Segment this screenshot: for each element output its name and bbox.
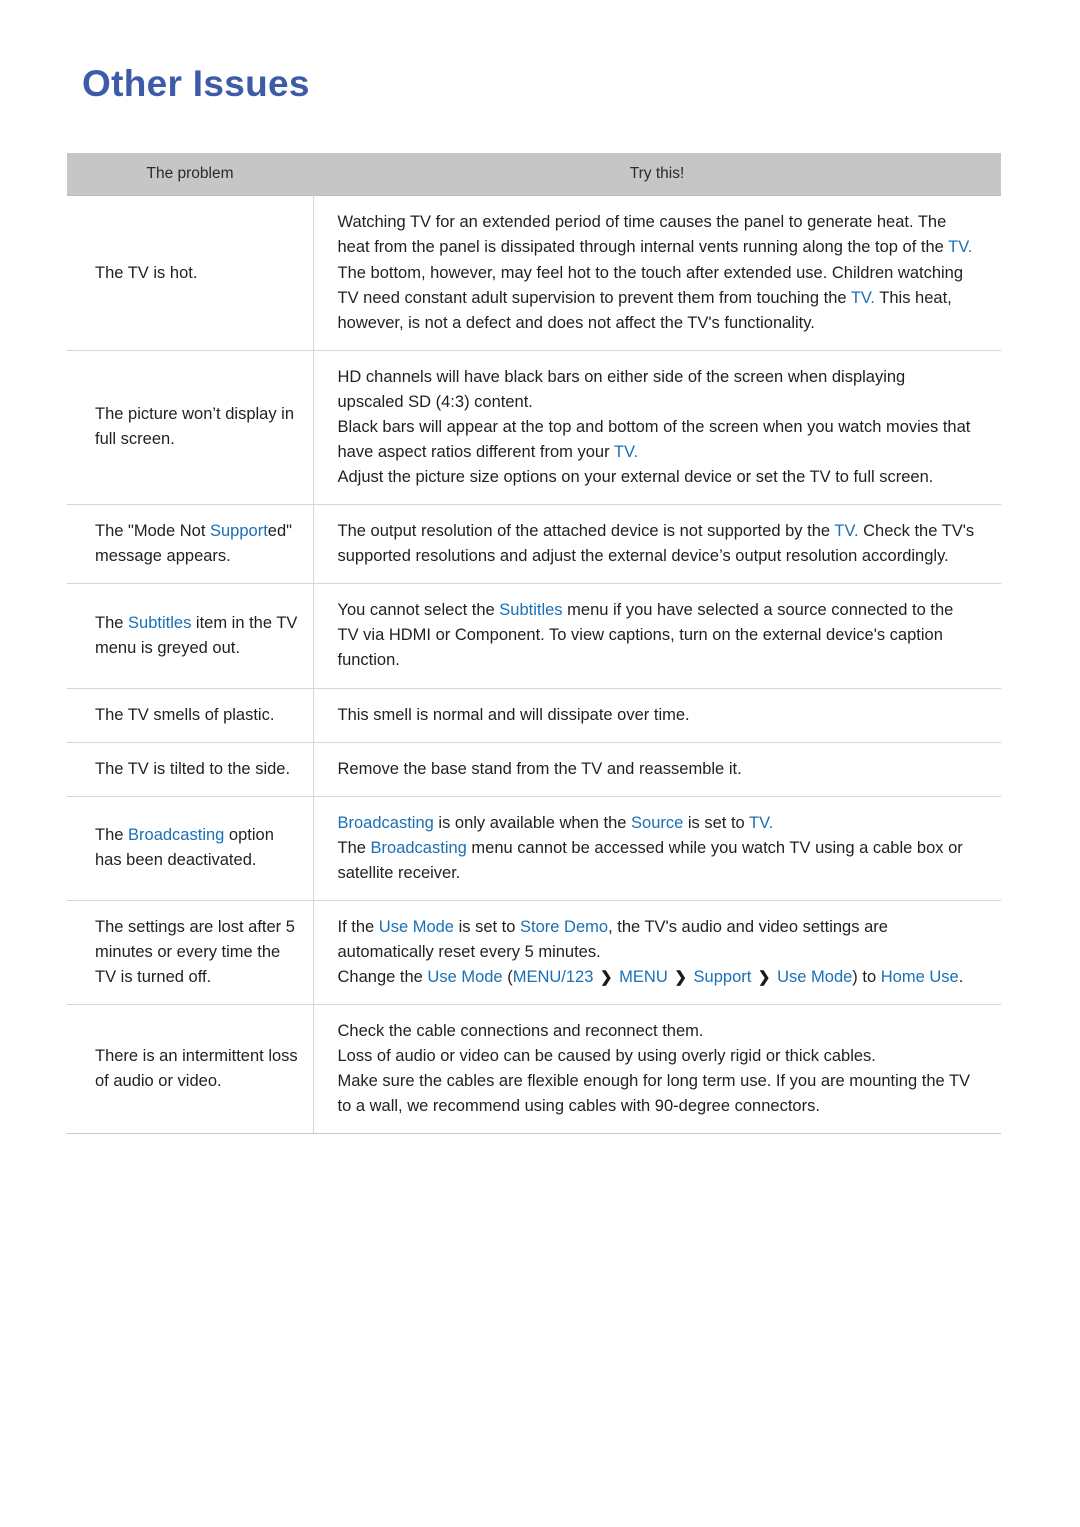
ui-term: MENU — [619, 968, 668, 987]
problem-cell: The TV is hot. — [67, 195, 314, 351]
solution-line: Broadcasting is only available when the … — [337, 813, 774, 832]
table-row: The "Mode Not Supported" message appears… — [67, 504, 1001, 585]
problem-cell: The TV is tilted to the side. — [67, 741, 314, 797]
solution-line: HD channels will have black bars on eith… — [337, 367, 906, 411]
table-row: The picture won’t display in full screen… — [67, 349, 1001, 506]
ui-term: Support — [210, 522, 268, 541]
ui-term: Broadcasting — [370, 838, 467, 857]
solution-cell: If the Use Mode is set to Store Demo, th… — [313, 899, 1001, 1006]
table-header: The problem Try this! — [67, 153, 1001, 196]
chevron-right-icon: ❯ — [600, 969, 613, 987]
solution-cell: Check the cable connections and reconnec… — [313, 1004, 1001, 1135]
table-row: The TV is hot. Watching TV for an extende… — [67, 195, 1001, 351]
ui-term: Support — [693, 968, 752, 987]
ui-term: TV. — [749, 813, 774, 832]
ui-term: Store Demo — [520, 917, 609, 936]
solution-cell: HD channels will have black bars on eith… — [313, 349, 1001, 506]
ui-term: Home Use — [880, 968, 959, 987]
problem-cell: The TV smells of plastic. — [67, 687, 314, 743]
ui-term: Broadcasting — [128, 826, 225, 845]
solution-line: Change the Use Mode (MENU/123 ❯ MENU ❯ S… — [337, 968, 964, 987]
problem-cell: The settings are lost after 5 minutes or… — [67, 899, 314, 1006]
document-page: Other Issues The problem Try this! The T… — [0, 0, 1080, 1527]
solution-line: Remove the base stand from the TV and re… — [337, 759, 742, 778]
solution-cell: You cannot select the Subtitles menu if … — [313, 583, 1001, 689]
table-row: The Broadcasting option has been deactiv… — [67, 795, 1001, 901]
table-row: The TV smells of plastic. This smell is n… — [67, 687, 1001, 743]
ui-term: Subtitles — [128, 613, 192, 632]
table-row: The Subtitles item in the TV menu is gre… — [67, 583, 1001, 689]
table-row: The settings are lost after 5 minutes or… — [67, 899, 1001, 1006]
table-header-row: The problem Try this! — [67, 153, 1001, 196]
column-header-solution: Try this! — [313, 153, 1001, 196]
solution-line: The output resolution of the attached de… — [337, 522, 975, 566]
ui-term: Use Mode — [378, 917, 454, 936]
other-issues-table: The problem Try this! The TV is hot. Watc… — [67, 153, 1001, 1135]
solution-cell: Watching TV for an extended period of ti… — [313, 195, 1001, 351]
ui-term: MENU/123 — [512, 968, 594, 987]
ui-term: Broadcasting — [337, 813, 434, 832]
ui-term: Subtitles — [499, 601, 563, 620]
ui-term: Use Mode — [427, 968, 503, 987]
ui-term: TV. — [850, 288, 875, 307]
solution-cell: Broadcasting is only available when the … — [313, 795, 1001, 901]
ui-term: Source — [631, 813, 684, 832]
problem-cell: The picture won’t display in full screen… — [67, 349, 314, 506]
table-row: There is an intermittent loss of audio o… — [67, 1004, 1001, 1135]
page-title: Other Issues — [82, 63, 310, 104]
solution-line: You cannot select the Subtitles menu if … — [337, 601, 954, 670]
problem-cell: The Broadcasting option has been deactiv… — [67, 795, 314, 901]
solution-line: Loss of audio or video can be caused by … — [337, 1047, 876, 1066]
solution-cell: Remove the base stand from the TV and re… — [313, 741, 1001, 797]
solution-cell: The output resolution of the attached de… — [313, 504, 1001, 585]
problem-cell: The Subtitles item in the TV menu is gre… — [67, 583, 314, 689]
solution-line: The Broadcasting menu cannot be accessed… — [337, 838, 963, 882]
problem-cell: There is an intermittent loss of audio o… — [67, 1004, 314, 1135]
table-body: The TV is hot. Watching TV for an extende… — [67, 195, 1001, 1135]
solution-line: If the Use Mode is set to Store Demo, th… — [337, 917, 888, 962]
solution-line: Adjust the picture size options on your … — [337, 468, 934, 487]
solution-line: Check the cable connections and reconnec… — [337, 1022, 704, 1041]
problem-cell: The "Mode Not Supported" message appears… — [67, 504, 314, 585]
chevron-right-icon: ❯ — [757, 969, 771, 987]
solution-line: Make sure the cables are flexible enough… — [337, 1072, 971, 1116]
table-row: The TV is tilted to the side. Remove the … — [67, 741, 1001, 797]
solution-line: Watching TV for an extended period of ti… — [337, 213, 973, 332]
ui-term: TV. — [613, 443, 639, 461]
ui-term: TV. — [834, 522, 859, 541]
ui-term: Use Mode — [777, 968, 853, 987]
solution-cell: This smell is normal and will dissipate … — [313, 687, 1001, 743]
ui-term: TV. — [948, 238, 973, 257]
column-header-problem: The problem — [67, 153, 313, 196]
solution-line: This smell is normal and will dissipate … — [337, 705, 690, 724]
solution-line: Black bars will appear at the top and bo… — [337, 417, 971, 461]
chevron-right-icon: ❯ — [674, 969, 687, 987]
